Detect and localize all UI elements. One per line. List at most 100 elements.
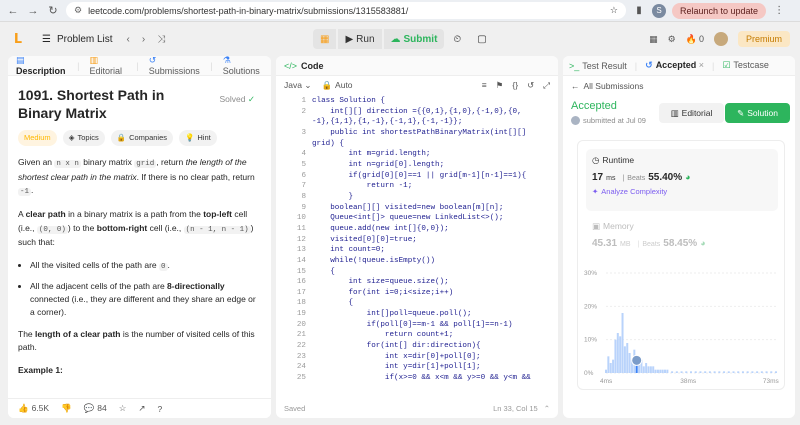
fullscreen-icon[interactable]: ⤢ — [543, 80, 550, 91]
run-button[interactable]: ▶ Run — [338, 29, 382, 49]
chart-bar[interactable] — [756, 371, 759, 373]
premium-button[interactable]: Premium — [737, 31, 790, 47]
chart-bar[interactable] — [647, 366, 650, 373]
site-settings-icon[interactable]: ⚙ — [74, 5, 82, 16]
hint-button[interactable]: 💡 Hint — [179, 130, 217, 146]
chart-bar[interactable] — [656, 369, 659, 373]
chart-bar[interactable] — [751, 371, 754, 373]
tab-solutions[interactable]: ⚗Solutions — [223, 56, 263, 76]
chart-bar[interactable] — [690, 371, 692, 373]
chart-bar[interactable] — [746, 371, 749, 373]
chart-bar[interactable] — [727, 371, 730, 373]
page-title[interactable]: 1091. Shortest Path in Binary Matrix — [18, 86, 198, 122]
tab-description[interactable]: ▤Description — [16, 56, 67, 76]
chart-bar[interactable] — [704, 371, 707, 373]
chart-bar[interactable] — [628, 353, 631, 373]
companies-button[interactable]: 🔒 Companies — [110, 130, 174, 146]
chart-bar[interactable] — [666, 369, 669, 373]
comments-button[interactable]: 💬 84 — [84, 403, 107, 414]
user-avatar[interactable] — [713, 32, 728, 46]
solution-button[interactable]: ✎ Solution — [725, 103, 790, 123]
leetcode-logo-icon[interactable]: ᒪ — [10, 31, 26, 47]
analyze-complexity-link[interactable]: ✦ Analyze Complexity — [592, 187, 772, 196]
dislike-button[interactable]: 👎 — [61, 403, 72, 414]
chart-bar[interactable] — [775, 371, 777, 373]
chart-bar[interactable] — [649, 366, 652, 373]
back-arrow-icon[interactable]: ← — [6, 5, 20, 17]
chart-bar[interactable] — [623, 346, 626, 373]
close-icon[interactable]: × — [699, 60, 704, 70]
shuffle-icon[interactable]: ⤨ — [157, 34, 165, 45]
chart-bar[interactable] — [645, 363, 648, 373]
help-icon[interactable]: ? — [158, 404, 163, 414]
side-panel-icon[interactable]: ▮ — [632, 5, 646, 16]
relaunch-button[interactable]: Relaunch to update — [672, 2, 767, 19]
memory-section[interactable]: ▣ Memory 45.31 MB | Beats 58.45% ◕ — [592, 221, 706, 249]
chart-bar[interactable] — [609, 363, 612, 373]
share-icon[interactable]: ↗ — [138, 403, 145, 414]
chart-bar[interactable] — [619, 336, 622, 373]
submit-button[interactable]: ☁ Submit — [383, 29, 445, 49]
bookmark-star-icon[interactable]: ☆ — [610, 5, 618, 16]
kebab-menu-icon[interactable]: ⋮ — [772, 5, 786, 16]
next-problem-icon[interactable]: › — [142, 34, 145, 45]
braces-icon[interactable]: {} — [512, 80, 518, 91]
chart-bar[interactable] — [685, 371, 688, 373]
chart-bar[interactable] — [652, 366, 655, 373]
language-select[interactable]: Java ⌄ — [284, 80, 311, 91]
chart-bar[interactable] — [737, 371, 740, 373]
chart-bar[interactable] — [607, 356, 610, 373]
bookmark-icon[interactable]: ⚑ — [496, 80, 504, 91]
code-tab[interactable]: Code — [301, 61, 324, 71]
chart-bar[interactable] — [699, 371, 702, 373]
address-bar[interactable]: ⚙ leetcode.com/problems/shortest-path-in… — [66, 2, 626, 19]
format-icon[interactable]: ≡ — [482, 80, 487, 91]
chart-bar[interactable] — [694, 371, 697, 373]
topics-button[interactable]: ◈ Topics — [62, 130, 105, 146]
chart-bar[interactable] — [708, 371, 711, 373]
chart-bar[interactable] — [760, 371, 763, 373]
chart-bar[interactable] — [713, 371, 716, 373]
chart-bar[interactable] — [732, 371, 735, 373]
chart-bar[interactable] — [741, 371, 744, 373]
chart-bar[interactable] — [612, 359, 615, 373]
chart-bar[interactable] — [671, 371, 674, 373]
tab-accepted[interactable]: ↺ Accepted × — [645, 60, 704, 71]
chart-bar[interactable] — [770, 371, 773, 373]
forward-arrow-icon[interactable]: → — [26, 5, 40, 17]
code-text[interactable]: class Solution { int[][] direction ={{0,… — [312, 96, 552, 384]
chart-bar[interactable] — [621, 313, 624, 373]
settings-gear-icon[interactable]: ⚙ — [668, 34, 676, 45]
prev-problem-icon[interactable]: ‹ — [127, 34, 130, 45]
avatar[interactable]: S — [652, 3, 666, 18]
tab-testcase[interactable]: ☑ Testcase — [722, 60, 769, 71]
code-editor[interactable]: 12 3 4 5 6 7 8 9 10 11 12 13 14 15 16 17 18 19 20 21 22 23 2… — [276, 96, 558, 396]
reload-icon[interactable]: ↻ — [46, 4, 60, 17]
streak-fire-icon[interactable]: 🔥 — [686, 34, 697, 45]
timer-icon[interactable]: ⏲ — [446, 29, 468, 49]
chart-bar[interactable] — [659, 369, 662, 373]
your-submission-marker[interactable] — [631, 354, 643, 366]
all-submissions-link[interactable]: ← All Submissions — [563, 76, 795, 96]
chart-bar[interactable] — [605, 369, 607, 373]
runtime-section[interactable]: ◷ Runtime 17 ms | Beats 55.40% ◕ ✦ Analyze… — [586, 149, 778, 211]
tab-submissions[interactable]: ↺Submissions — [149, 56, 201, 76]
chart-bar[interactable] — [616, 333, 619, 373]
chart-bar[interactable] — [675, 371, 678, 373]
runtime-distribution-chart[interactable]: 30% 20% 10% 0% 4ms 38ms 73ms — [582, 265, 782, 387]
chart-bar[interactable] — [765, 371, 768, 373]
notes-icon[interactable]: ▢ — [470, 29, 493, 49]
chart-bar[interactable] — [718, 371, 721, 373]
chart-bar[interactable] — [642, 366, 645, 373]
favorite-star-icon[interactable]: ☆ — [119, 403, 127, 414]
tab-test-result[interactable]: >_ Test Result — [569, 61, 627, 71]
layout-grid-icon[interactable]: ▦ — [649, 34, 658, 45]
like-button[interactable]: 👍 6.5K — [18, 403, 49, 414]
chart-bar[interactable] — [614, 339, 617, 373]
reset-icon[interactable]: ↺ — [527, 80, 534, 91]
autocomplete-toggle[interactable]: 🔒 Auto — [321, 80, 352, 91]
chart-bar[interactable] — [654, 369, 657, 373]
chart-bar[interactable] — [664, 369, 667, 373]
chart-bar[interactable] — [626, 343, 629, 373]
tab-editorial[interactable]: ▥Editorial — [89, 56, 126, 76]
